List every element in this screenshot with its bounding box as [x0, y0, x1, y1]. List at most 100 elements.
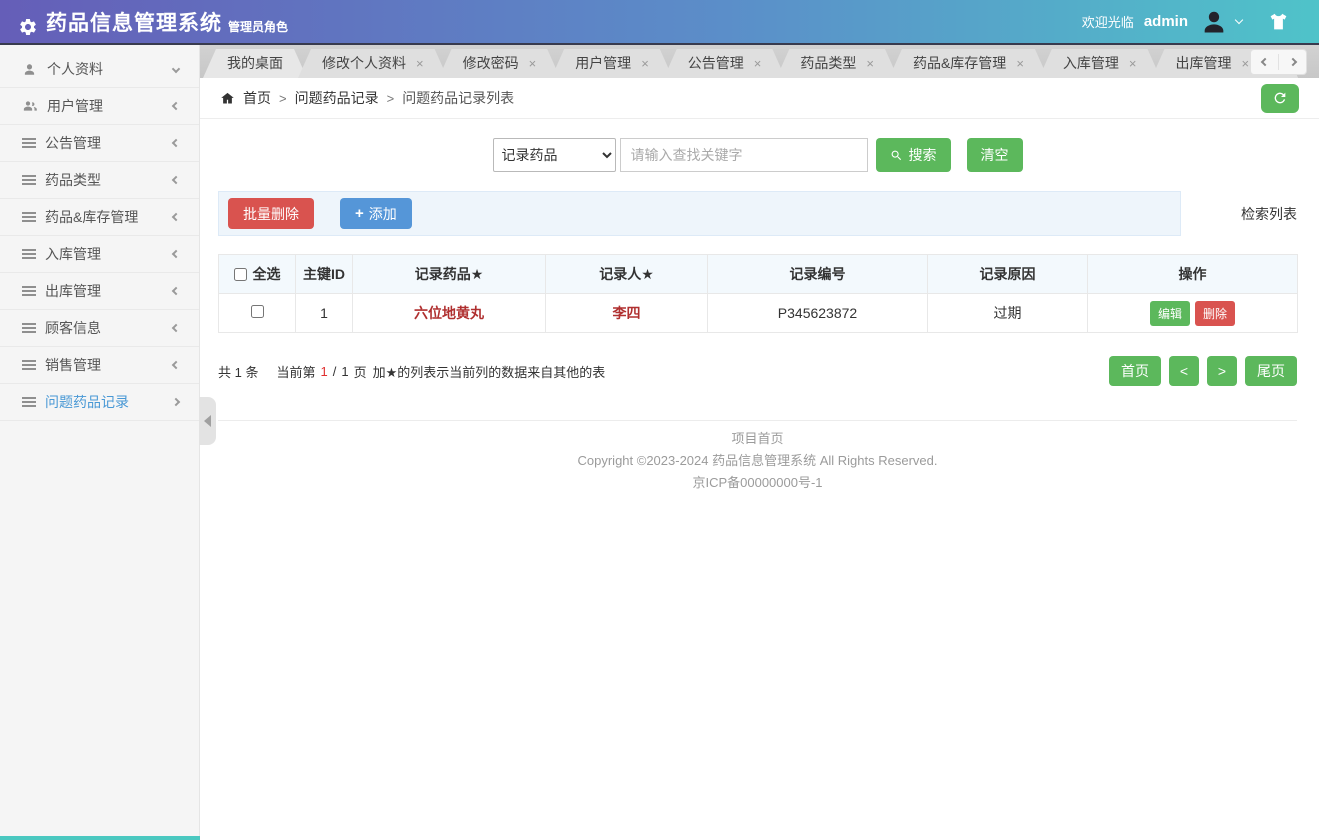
search-field-select[interactable]: 记录药品 — [492, 138, 616, 172]
toolbar-row: 批量删除 + 添加 检索列表 — [218, 191, 1297, 236]
chevron-left-icon — [171, 138, 181, 148]
total-count: 共 1 条 — [218, 364, 259, 380]
star-note: 加★的列表示当前列的数据来自其他的表 — [372, 364, 606, 380]
tab-scroll-right-button[interactable] — [1279, 50, 1306, 74]
last-page-button[interactable]: 尾页 — [1245, 356, 1297, 386]
chevron-left-icon — [171, 323, 181, 333]
close-icon[interactable]: × — [1016, 49, 1024, 78]
total-pages: 1 — [341, 363, 349, 379]
close-icon[interactable]: × — [529, 49, 537, 78]
close-icon[interactable]: × — [1129, 49, 1137, 78]
chevron-right-icon — [171, 397, 181, 407]
chevron-left-icon — [1260, 57, 1269, 67]
tab-label: 出库管理 — [1175, 55, 1232, 71]
gear-icon — [18, 17, 38, 37]
close-icon[interactable]: × — [754, 49, 762, 78]
list-title: 检索列表 — [1241, 205, 1297, 222]
tab-scroll-left-button[interactable] — [1251, 50, 1278, 74]
prev-page-button[interactable]: < — [1169, 356, 1199, 386]
next-page-button[interactable]: > — [1207, 356, 1237, 386]
sidebar-item-announcements[interactable]: 公告管理 — [0, 125, 199, 162]
tab-label: 药品类型 — [800, 55, 857, 71]
sidebar-item-drug-inventory[interactable]: 药品&库存管理 — [0, 199, 199, 236]
sidebar-item-users[interactable]: 用户管理 — [0, 88, 199, 125]
sidebar-item-label: 用户管理 — [47, 98, 103, 114]
theme-tshirt-icon[interactable] — [1268, 11, 1289, 32]
menu-icon — [22, 360, 36, 362]
menu-icon — [22, 249, 36, 251]
footer-copyright: Copyright ©2023-2024 药品信息管理系统 All Rights… — [577, 453, 938, 468]
tab-change-password[interactable]: 修改密码 × — [439, 49, 561, 78]
sidebar-item-outbound[interactable]: 出库管理 — [0, 273, 199, 310]
delete-button[interactable]: 删除 — [1195, 300, 1236, 326]
footer-home-link[interactable]: 项目首页 — [218, 428, 1297, 450]
tab-label: 修改密码 — [462, 55, 519, 71]
header-select-all: 全选 — [218, 254, 296, 294]
tab-announcements[interactable]: 公告管理 × — [664, 49, 786, 78]
close-icon[interactable]: × — [1242, 49, 1250, 78]
chevron-left-icon — [171, 249, 181, 259]
main-area: 我的桌面 修改个人资料 × 修改密码 × 用户管理 × 公告管理 × 药品类型 … — [200, 45, 1319, 840]
table-row: 1 六位地黄丸 李四 P345623872 过期 编辑 删除 — [218, 293, 1298, 333]
home-icon — [220, 91, 235, 106]
close-icon[interactable]: × — [416, 49, 424, 78]
sidebar-item-sales[interactable]: 销售管理 — [0, 347, 199, 384]
sidebar-collapse-handle[interactable] — [199, 397, 216, 445]
sidebar-item-label: 入库管理 — [45, 246, 101, 262]
page-unit: 页 — [353, 364, 367, 380]
chevron-left-icon — [171, 101, 181, 111]
user-avatar-icon[interactable] — [1200, 8, 1228, 36]
breadcrumb-item[interactable]: 问题药品记录 — [295, 88, 379, 108]
tab-edit-profile[interactable]: 修改个人资料 × — [298, 49, 448, 78]
first-page-button[interactable]: 首页 — [1109, 356, 1161, 386]
sidebar-item-inbound[interactable]: 入库管理 — [0, 236, 199, 273]
chevron-down-icon — [171, 64, 181, 74]
menu-icon — [22, 397, 36, 399]
tab-drug-inventory[interactable]: 药品&库存管理 × — [889, 49, 1048, 78]
tab-label: 用户管理 — [575, 55, 632, 71]
sidebar-item-label: 公告管理 — [45, 135, 101, 151]
search-input[interactable] — [619, 138, 868, 172]
batch-delete-button[interactable]: 批量删除 — [228, 198, 314, 229]
search-button[interactable]: 搜索 — [875, 138, 951, 172]
sidebar-item-drug-types[interactable]: 药品类型 — [0, 162, 199, 199]
header-drug: 记录药品★ — [352, 254, 546, 294]
app-title: 药品信息管理系统 — [46, 11, 222, 35]
page-footer: 项目首页 Copyright ©2023-2024 药品信息管理系统 All R… — [218, 420, 1297, 494]
tab-drug-types[interactable]: 药品类型 × — [776, 49, 898, 78]
menu-icon — [22, 323, 36, 325]
sidebar-item-profile[interactable]: 个人资料 — [0, 51, 199, 88]
breadcrumb-home[interactable]: 首页 — [243, 88, 271, 108]
sidebar-item-problem-drugs[interactable]: 问题药品记录 — [0, 384, 199, 421]
pagination: 共 1 条 当前第 1 / 1 页 加★的列表示当前列的数据来自其他的表 首页 … — [218, 356, 1297, 386]
chevron-down-icon[interactable] — [1234, 15, 1244, 25]
select-all-checkbox[interactable] — [233, 267, 247, 281]
user-icon — [22, 62, 38, 77]
chevron-left-icon — [171, 212, 181, 222]
current-page: 1 — [320, 363, 328, 379]
chevron-left-icon — [171, 175, 181, 185]
menu-icon — [22, 286, 36, 288]
search-icon — [890, 149, 903, 162]
sidebar: 个人资料 用户管理 公告管理 药品类型 药品&库存管理 入库管理 出库管理 顾客… — [0, 45, 200, 840]
tab-user-management[interactable]: 用户管理 × — [551, 49, 673, 78]
tab-inbound[interactable]: 入库管理 × — [1039, 49, 1161, 78]
username: admin — [1143, 13, 1188, 30]
close-icon[interactable]: × — [641, 49, 649, 78]
row-checkbox[interactable] — [250, 305, 264, 318]
refresh-button[interactable] — [1261, 83, 1299, 113]
cell-recorder: 李四 — [545, 293, 708, 333]
edit-button[interactable]: 编辑 — [1149, 300, 1190, 326]
sidebar-item-label: 销售管理 — [45, 357, 101, 373]
tab-my-desktop[interactable]: 我的桌面 — [203, 49, 307, 78]
close-icon[interactable]: × — [866, 49, 874, 78]
table-header-row: 全选 主键ID 记录药品★ 记录人★ 记录编号 记录原因 操作 — [218, 254, 1298, 294]
top-header: 药品信息管理系统 管理员角色 欢迎光临 admin — [0, 0, 1319, 45]
sidebar-item-label: 问题药品记录 — [45, 394, 129, 410]
add-button[interactable]: + 添加 — [340, 198, 412, 229]
tab-label: 我的桌面 — [227, 55, 283, 71]
add-button-label: 添加 — [368, 205, 397, 222]
clear-button[interactable]: 清空 — [966, 138, 1023, 172]
sidebar-item-customers[interactable]: 顾客信息 — [0, 310, 199, 347]
sidebar-item-label: 个人资料 — [47, 61, 103, 77]
